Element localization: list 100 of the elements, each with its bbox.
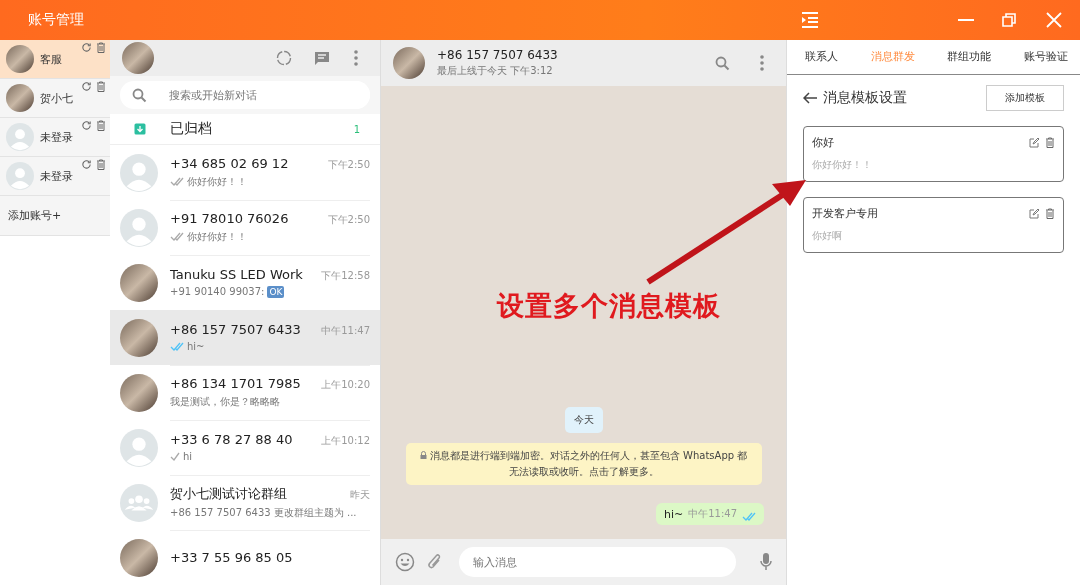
message-preview: +86 157 7507 6433 更改群组主题为 ... [170, 505, 357, 520]
chat-item[interactable]: +34 685 02 69 12 下午2:50 你好你好！！ [110, 145, 380, 200]
avatar-icon [6, 123, 34, 151]
emoji-icon[interactable] [395, 552, 415, 572]
message-preview: hi [183, 451, 193, 462]
account-name: 客服 [40, 51, 62, 67]
photo-placeholder [6, 45, 34, 73]
double-check-icon [170, 342, 184, 351]
account-item[interactable]: 贺小七 [0, 79, 110, 118]
chat-item[interactable]: 贺小七测试讨论群组 昨天 +86 157 7507 6433 更改群组主题为 ... [110, 475, 380, 530]
photo-placeholder [393, 47, 425, 79]
contact-name: +33 6 78 27 88 40 [170, 432, 294, 447]
avatar-icon [120, 208, 158, 247]
account-item[interactable]: 客服 [0, 40, 110, 79]
restore-icon[interactable] [1002, 13, 1016, 27]
contact-name: 贺小七测试讨论群组 [170, 484, 288, 503]
archived-item[interactable]: 已归档 1 [110, 114, 380, 145]
more-icon[interactable] [354, 50, 358, 67]
photo-placeholder [120, 263, 158, 302]
trash-icon[interactable] [96, 81, 106, 92]
message-time: 昨天 [350, 487, 370, 502]
chat-item[interactable]: +33 6 78 27 88 40 上午10:12 hi [110, 420, 380, 475]
panel-tab[interactable]: 群组功能 [947, 50, 992, 64]
template-title: 你好 [812, 135, 835, 150]
message-preview: hi~ [187, 341, 205, 352]
template-card[interactable]: 你好 你好你好！！ [803, 126, 1064, 182]
double-check-icon [742, 512, 756, 521]
microphone-icon[interactable] [760, 552, 772, 572]
refresh-icon[interactable] [81, 159, 92, 170]
template-text: 你好啊 [812, 230, 843, 243]
ok-emoji: OK [267, 285, 285, 298]
notice-text: 消息都是进行端到端加密。对话之外的任何人，甚至包含 WhatsApp 都无法读取或收听。点击了解更多。 [429, 450, 748, 477]
contact-name: +86 157 7507 6433 [170, 322, 302, 337]
contact-name: +34 685 02 69 12 [170, 155, 290, 171]
add-template-button[interactable]: 添加模板 [986, 85, 1064, 111]
chat-item[interactable]: +86 134 1701 7985 上午10:20 我是测试，你是？略略略 [110, 365, 380, 420]
refresh-icon[interactable] [81, 81, 92, 92]
account-name: 贺小七 [40, 90, 73, 106]
message-preview: +91 90140 99037: [170, 286, 265, 297]
last-seen-status: 最后上线于今天 下午3:12 [437, 64, 554, 78]
group-avatar-icon [120, 483, 158, 522]
search-icon[interactable] [132, 87, 147, 103]
panel-tab[interactable]: 联系人 [805, 50, 838, 64]
message-time: 上午10:12 [321, 434, 370, 448]
contact-name: Tanuku SS LED Work [170, 266, 304, 282]
trash-icon[interactable] [1045, 137, 1055, 148]
avatar-icon [120, 428, 158, 467]
message-time: 下午2:50 [327, 157, 370, 172]
encryption-notice[interactable]: 消息都是进行端到端加密。对话之外的任何人，甚至包含 WhatsApp 都无法读取或收听。点击了解更多。 [405, 443, 762, 485]
close-icon[interactable] [1046, 12, 1062, 28]
refresh-icon[interactable] [81, 42, 92, 53]
panel-tab[interactable]: 账号验证 [1023, 50, 1068, 64]
status-icon[interactable] [276, 50, 292, 67]
paperclip-icon[interactable] [427, 553, 443, 571]
archive-icon [134, 123, 146, 136]
template-text: 你好你好！！ [812, 159, 873, 172]
chat-item[interactable]: +86 157 7507 6433 中午11:47 hi~ [110, 310, 380, 365]
contact-name: +33 7 55 96 85 05 [170, 549, 294, 565]
message-text: hi~ [663, 508, 684, 521]
page-title: 消息模板设置 [823, 89, 908, 107]
contact-name: +86 157 7507 6433 [437, 48, 559, 62]
trash-icon[interactable] [1045, 208, 1055, 219]
check-icon [170, 452, 180, 461]
photo-placeholder [120, 318, 158, 357]
more-icon[interactable] [760, 55, 764, 71]
back-arrow-icon[interactable] [803, 92, 817, 104]
photo-placeholder [122, 42, 154, 75]
message-time: 中午11:47 [688, 507, 737, 521]
trash-icon[interactable] [96, 159, 106, 170]
date-chip: 今天 [564, 407, 603, 433]
template-card[interactable]: 开发客户专用 你好啊 [803, 197, 1064, 253]
menu-icon[interactable] [801, 12, 819, 28]
photo-placeholder [6, 84, 34, 112]
message-time: 中午11:47 [321, 324, 370, 338]
trash-icon[interactable] [96, 42, 106, 53]
trash-icon[interactable] [96, 120, 106, 131]
add-account-link[interactable]: 添加账号+ [0, 196, 110, 236]
search-icon[interactable] [715, 55, 730, 71]
message-preview: 我是测试，你是？略略略 [170, 394, 280, 409]
chat-icon[interactable] [314, 50, 330, 66]
contact-name: +86 134 1701 7985 [170, 375, 302, 391]
account-name: 未登录 [40, 168, 73, 184]
message-preview: 你好你好！！ [187, 174, 247, 189]
chat-item[interactable]: +91 78010 76026 下午2:50 你好你好！！ [110, 200, 380, 255]
message-time: 下午2:50 [327, 212, 370, 227]
edit-icon[interactable] [1029, 137, 1040, 148]
avatar-icon [6, 162, 34, 190]
refresh-icon[interactable] [81, 120, 92, 131]
chat-item[interactable]: +33 7 55 96 85 05 [110, 530, 380, 585]
annotation-text: 设置多个消息模板 [497, 289, 721, 323]
photo-placeholder [120, 538, 158, 577]
account-item[interactable]: 未登录 [0, 118, 110, 157]
message-input[interactable]: 输入消息 [459, 547, 736, 577]
account-name: 未登录 [40, 129, 73, 145]
avatar-icon [120, 153, 158, 192]
archived-count: 1 [353, 123, 360, 135]
edit-icon[interactable] [1029, 208, 1040, 219]
account-item[interactable]: 未登录 [0, 157, 110, 196]
lock-icon [419, 451, 427, 459]
message-preview: 你好你好！！ [187, 229, 247, 244]
